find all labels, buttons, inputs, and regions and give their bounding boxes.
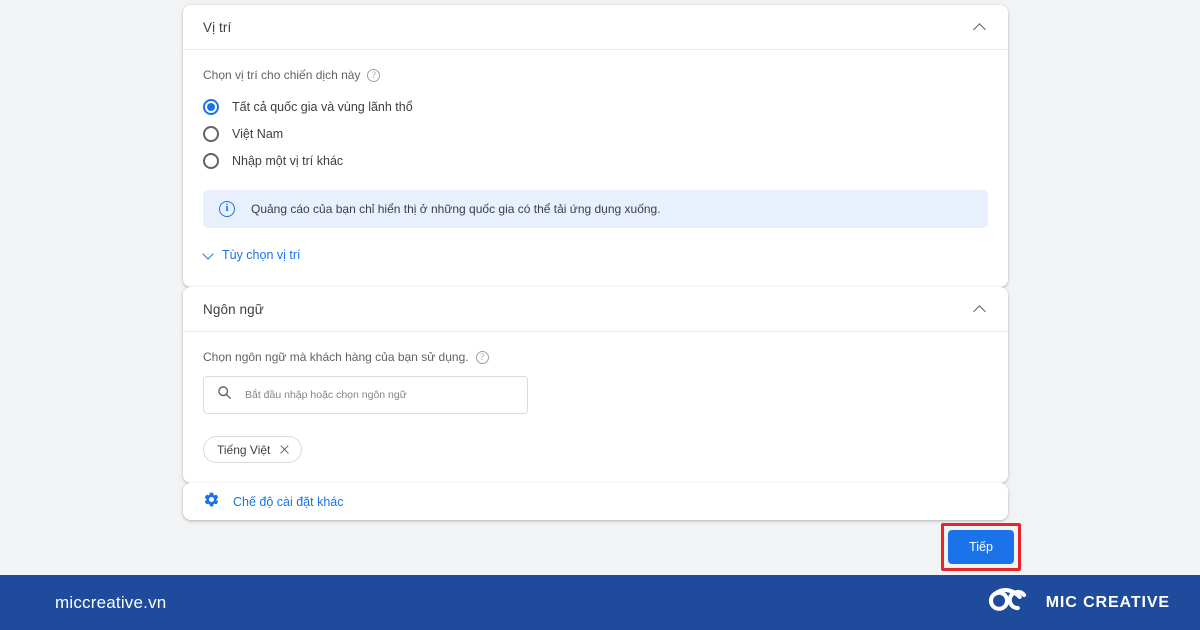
- radio-button[interactable]: [203, 153, 219, 169]
- language-prompt-label: Chọn ngôn ngữ mà khách hàng của bạn sử d…: [203, 350, 469, 364]
- location-card: Vị trí Chọn vị trí cho chiến dịch này ? …: [183, 5, 1008, 287]
- other-settings-label: Chế độ cài đặt khác: [233, 494, 344, 509]
- search-icon: [217, 385, 232, 405]
- close-icon[interactable]: [279, 444, 290, 455]
- radio-label: Tất cả quốc gia và vùng lãnh thổ: [232, 100, 413, 114]
- radio-label: Việt Nam: [232, 127, 284, 141]
- gear-icon: [203, 491, 220, 513]
- radio-option-vietnam[interactable]: Việt Nam: [203, 121, 988, 147]
- help-icon[interactable]: ?: [475, 350, 489, 364]
- help-icon[interactable]: ?: [367, 68, 381, 82]
- language-chip-tieng-viet[interactable]: Tiếng Việt: [203, 436, 303, 463]
- location-options-expander[interactable]: Tùy chọn vị trí: [203, 248, 301, 262]
- chevron-down-icon: [203, 248, 217, 262]
- footer-bar: miccreative.vn MIC CREATIVE: [0, 575, 1200, 630]
- info-banner: i Quảng cáo của bạn chỉ hiển thị ở những…: [203, 190, 988, 228]
- chevron-up-icon[interactable]: [974, 302, 988, 316]
- language-search-placeholder: Bắt đầu nhập hoặc chọn ngôn ngữ: [245, 389, 407, 401]
- radio-button[interactable]: [203, 99, 219, 115]
- info-icon: i: [219, 201, 235, 217]
- radio-button[interactable]: [203, 126, 219, 142]
- screenshot-root: Vị trí Chọn vị trí cho chiến dịch này ? …: [0, 0, 1200, 630]
- chevron-up-icon[interactable]: [974, 20, 988, 34]
- location-card-body: Chọn vị trí cho chiến dịch này ? Tất cả …: [183, 50, 1008, 287]
- next-button[interactable]: Tiếp: [948, 530, 1014, 564]
- location-card-title: Vị trí: [203, 19, 232, 35]
- other-settings-card[interactable]: Chế độ cài đặt khác: [183, 483, 1008, 520]
- language-card-body: Chọn ngôn ngữ mà khách hàng của bạn sử d…: [183, 332, 1008, 483]
- location-prompt-label: Chọn vị trí cho chiến dịch này: [203, 68, 361, 82]
- language-card-header[interactable]: Ngôn ngữ: [183, 287, 1008, 332]
- brand-lockup: MIC CREATIVE: [986, 586, 1170, 619]
- radio-option-other-location[interactable]: Nhập một vị trí khác: [203, 148, 988, 174]
- brand-name: MIC CREATIVE: [1045, 593, 1170, 611]
- radio-option-all-countries[interactable]: Tất cả quốc gia và vùng lãnh thổ: [203, 94, 988, 120]
- footer-url: miccreative.vn: [55, 592, 167, 612]
- location-prompt-row: Chọn vị trí cho chiến dịch này ?: [203, 68, 988, 82]
- infinity-loop-logo-icon: [986, 586, 1032, 619]
- language-search-input[interactable]: Bắt đầu nhập hoặc chọn ngôn ngữ: [203, 376, 528, 414]
- chip-label: Tiếng Việt: [217, 442, 271, 457]
- language-card-title: Ngôn ngữ: [203, 301, 264, 317]
- info-banner-text: Quảng cáo của bạn chỉ hiển thị ở những q…: [251, 202, 661, 216]
- location-card-header[interactable]: Vị trí: [183, 5, 1008, 50]
- location-options-label: Tùy chọn vị trí: [222, 248, 301, 262]
- language-prompt-row: Chọn ngôn ngữ mà khách hàng của bạn sử d…: [203, 350, 988, 364]
- radio-label: Nhập một vị trí khác: [232, 154, 344, 168]
- language-card: Ngôn ngữ Chọn ngôn ngữ mà khách hàng của…: [183, 287, 1008, 483]
